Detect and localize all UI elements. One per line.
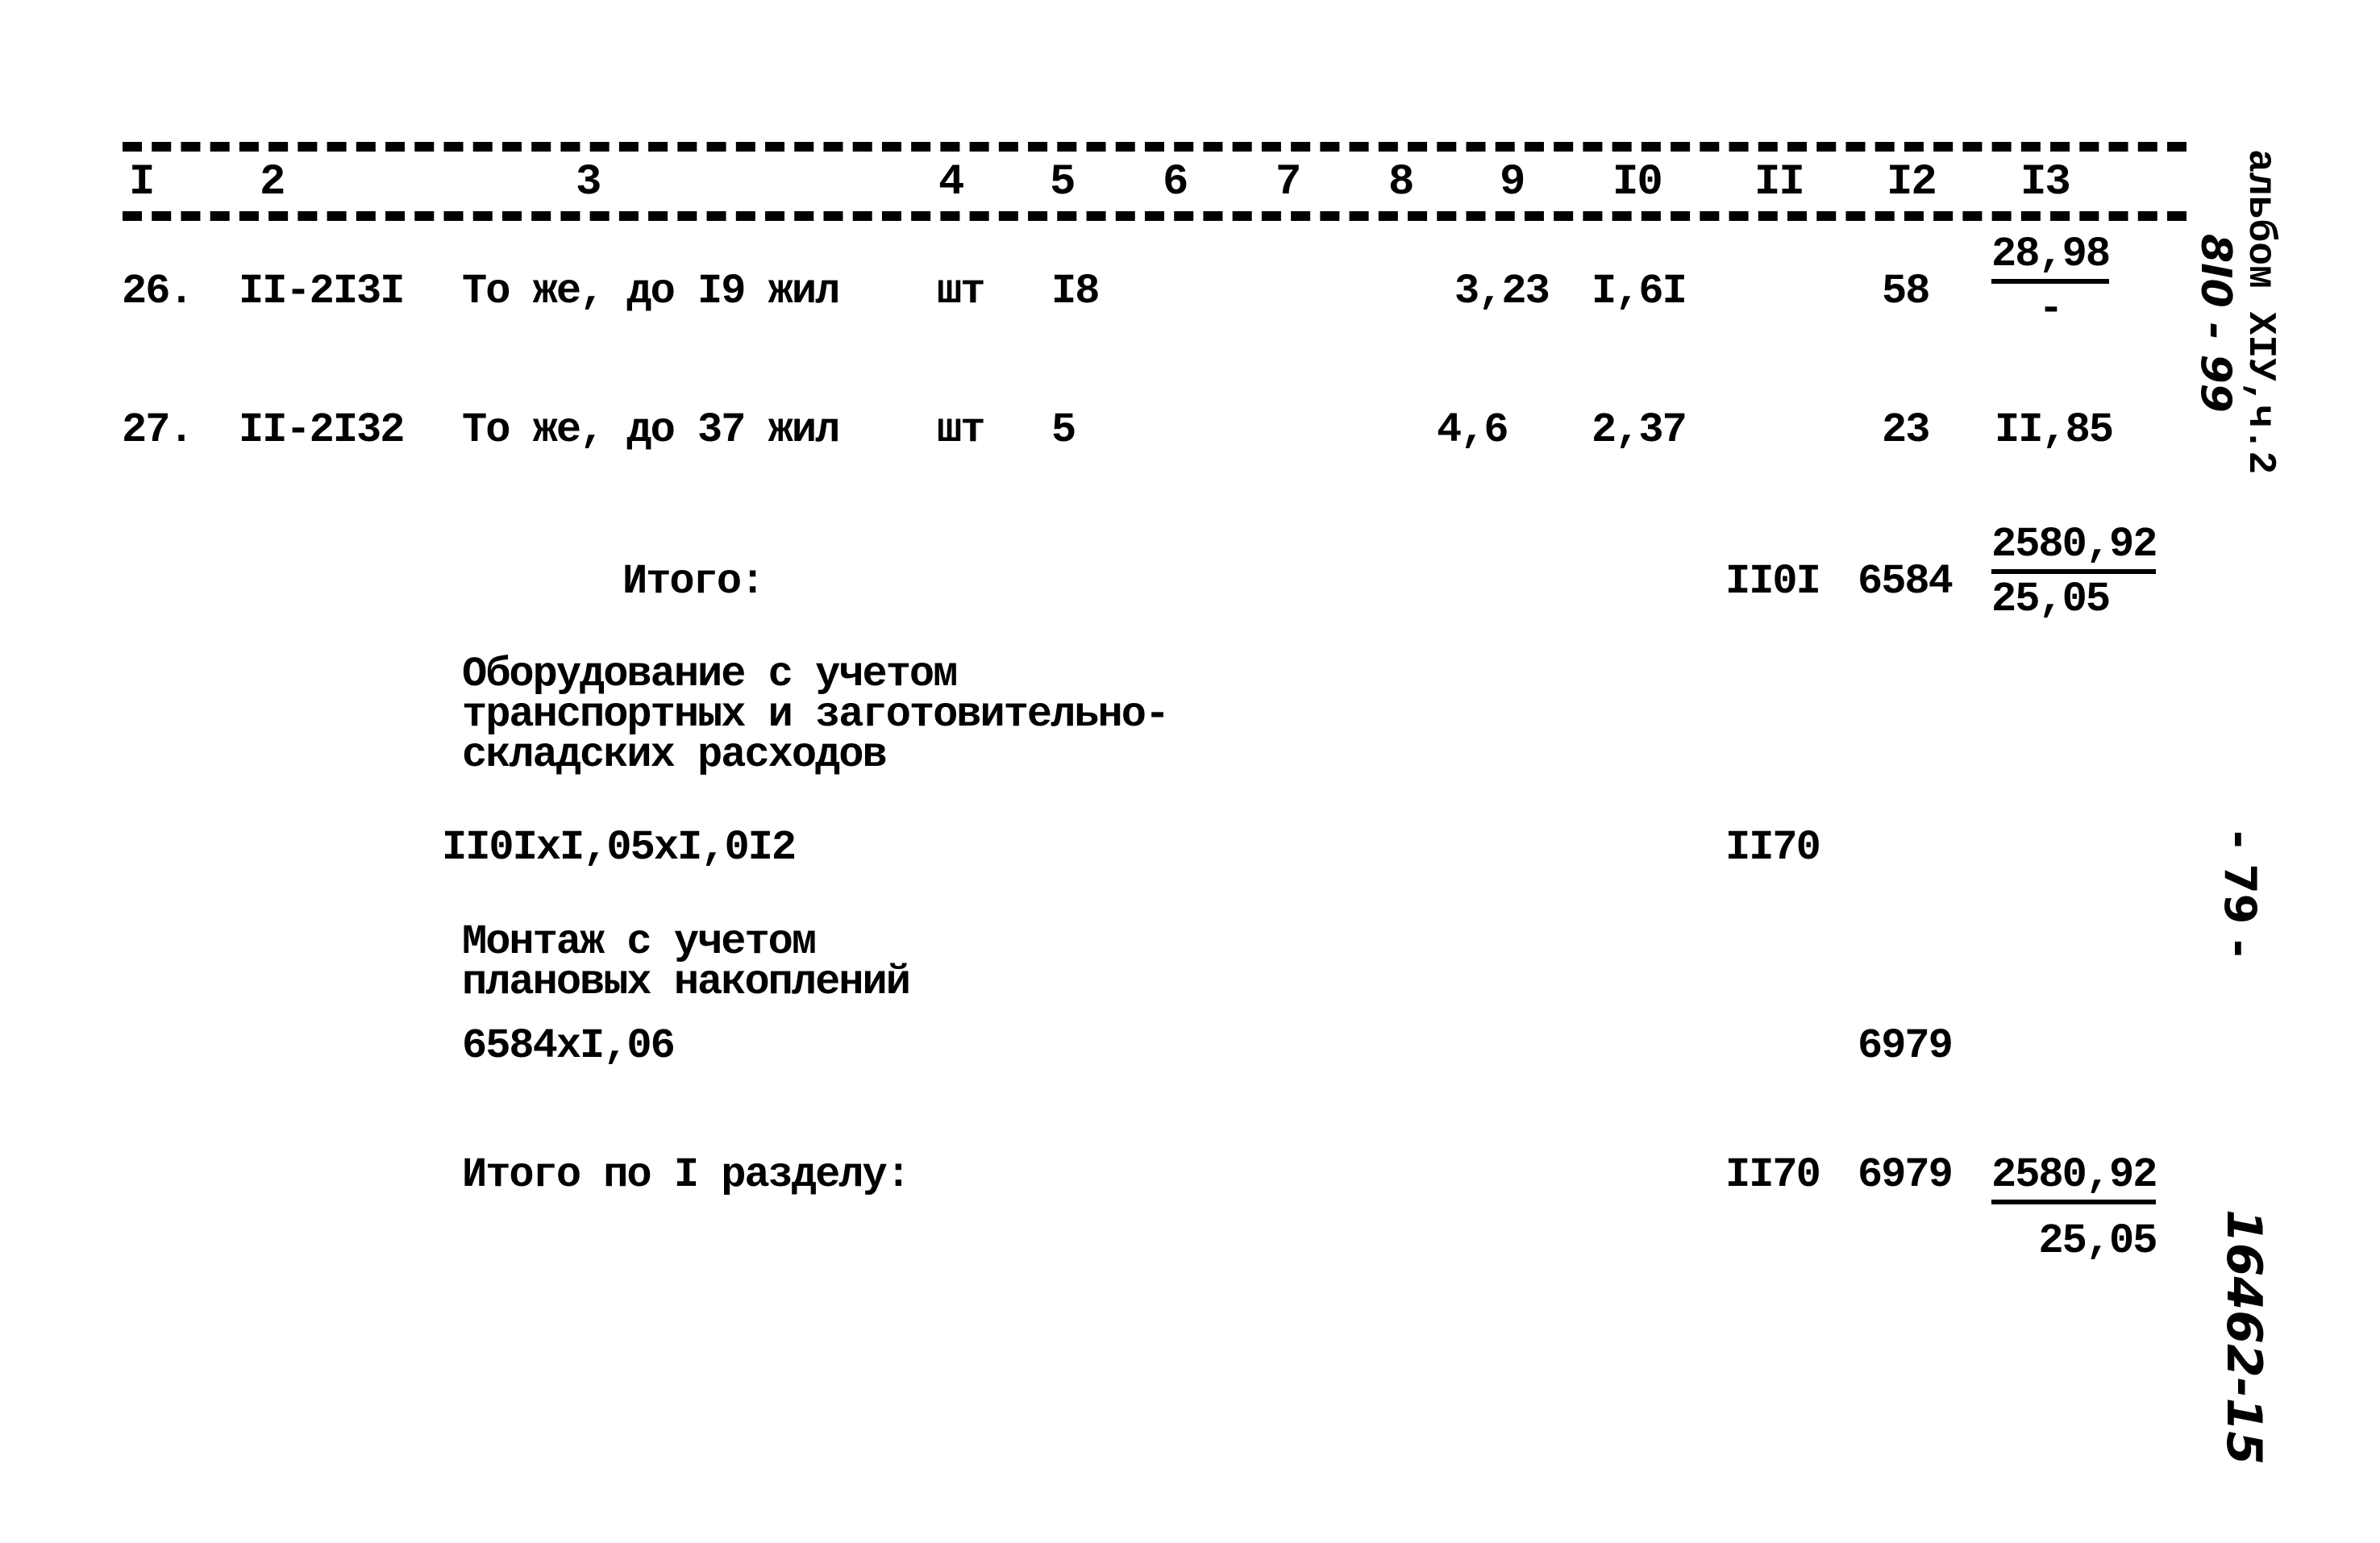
row-number: 26. [122,268,194,315]
row-code: II-2I32 [239,406,405,454]
row-col13-fraction: 28,98 - [1991,234,2111,333]
fraction-numerator: 2580,92 [1991,1154,2157,1204]
row-code: II-2I3I [239,268,405,315]
page-number: - 79 - [2215,830,2266,958]
description-line: Оборудование с учетом [462,651,958,698]
subtotal-col13-fraction: 2580,92 25,05 [1991,524,2157,623]
row-col10: 2,37 [1592,406,1687,454]
description-line: складских расходов [462,731,888,779]
section-total-col13-fraction: 2580,92 25,05 [1991,1154,2157,1265]
row-unit: шт [937,268,985,315]
row-name: То же, до 37 жил [462,406,840,454]
document-stamp: 16462-15 [2216,1209,2272,1466]
row-col12: 23 [1882,406,1930,454]
column-number: I0 [1612,158,1663,207]
subtotal-col11: II0I [1725,558,1821,605]
column-number: I3 [2020,158,2071,207]
subtotal-label: Итого: [622,558,765,605]
header-bottom-rule [123,211,2187,221]
column-number: 3 [576,158,601,207]
installation-description: Монтаж с учетом плановых накоплений [462,918,911,1006]
fraction-denominator: 25,05 [1991,576,2111,623]
column-number: II [1754,158,1805,207]
fraction-numerator: 2580,92 [1991,524,2157,574]
fraction-denominator: - [2038,285,2063,333]
equipment-formula: II0IxI,05xI,0I2 [442,824,797,871]
row-col9: 4,6 [1437,406,1509,454]
section-total-label: Итого по I разделу: [462,1151,911,1199]
column-number: 9 [1500,158,1525,207]
row-quantity: 5 [1051,406,1076,454]
row-col9: 3,23 [1454,268,1550,315]
column-number: 7 [1275,158,1301,207]
column-number: 6 [1163,158,1188,207]
installation-formula: 6584xI,06 [462,1022,676,1070]
equipment-description: Оборудование с учетом транспортных и заг… [462,651,1170,779]
section-total-col11: II70 [1725,1151,1821,1199]
column-number: I2 [1887,158,1937,207]
column-number: 5 [1050,158,1076,207]
column-number: 2 [260,158,285,207]
row-name: То же, до I9 жил [462,268,840,315]
column-number: 4 [938,158,964,207]
row-col12: 58 [1882,268,1930,315]
row-number: 27. [122,406,194,454]
fraction-denominator: 25,05 [2038,1217,2157,1265]
fraction-numerator: 28,98 [1991,234,2111,284]
subtotal-col12: 6584 [1858,558,1954,605]
description-line: плановых накоплений [462,959,911,1006]
row-quantity: I8 [1051,268,1100,315]
album-code: 8I0 - 99 [2191,234,2240,413]
equipment-col11: II70 [1725,824,1821,871]
row-unit: шт [937,406,985,454]
column-number: I [129,158,155,207]
album-label: альбом XIУ,ч.2 [2238,149,2282,475]
section-total-col12: 6979 [1858,1151,1954,1199]
column-number: 8 [1388,158,1414,207]
installation-col12: 6979 [1858,1022,1954,1070]
description-line: Монтаж с учетом [462,918,817,966]
header-top-rule [123,142,2187,152]
row-col13: II,85 [1995,406,2114,454]
row-col10: I,6I [1592,268,1687,315]
description-line: транспортных и заготовительно- [462,691,1170,738]
